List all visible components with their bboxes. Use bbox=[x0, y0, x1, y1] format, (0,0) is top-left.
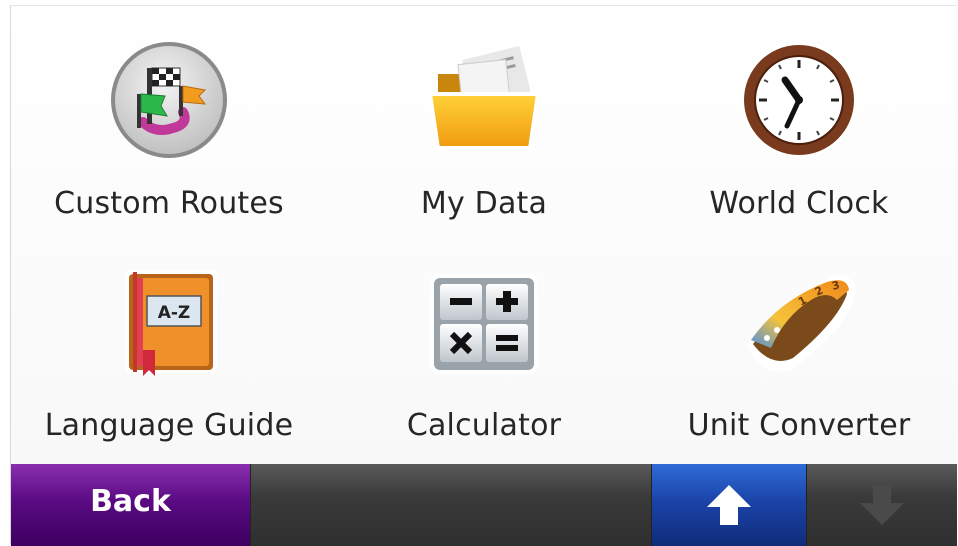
calculator-tile[interactable]: Calculator bbox=[327, 232, 641, 464]
scroll-down-button[interactable] bbox=[807, 464, 957, 546]
tile-label: Unit Converter bbox=[687, 408, 911, 443]
tile-label: World Clock bbox=[709, 186, 889, 221]
back-button[interactable]: Back bbox=[11, 464, 251, 546]
calculator-icon bbox=[430, 274, 538, 374]
back-button-label: Back bbox=[90, 484, 171, 519]
tile-label: My Data bbox=[420, 186, 548, 221]
tools-grid: Custom Routes My Data World Clock A-Z La… bbox=[11, 6, 957, 464]
custom-routes-icon bbox=[111, 42, 227, 158]
world-clock-tile[interactable]: World Clock bbox=[641, 6, 957, 232]
unit-converter-tile[interactable]: 1 2 3 Unit Converter bbox=[641, 232, 957, 464]
tile-label: Calculator bbox=[406, 408, 562, 443]
tile-label: Custom Routes bbox=[54, 186, 284, 221]
clock-icon bbox=[741, 42, 857, 158]
scroll-up-button[interactable] bbox=[651, 464, 807, 546]
dictionary-book-icon: A-Z bbox=[125, 270, 217, 376]
my-data-tile[interactable]: My Data bbox=[327, 6, 641, 232]
folder-icon bbox=[427, 42, 541, 150]
arrow-up-icon bbox=[707, 485, 751, 525]
bottom-bar: Back bbox=[11, 464, 957, 546]
tools-menu-screen: Custom Routes My Data World Clock A-Z La… bbox=[10, 5, 957, 546]
svg-text:A-Z: A-Z bbox=[158, 303, 191, 323]
tape-measure-icon: 1 2 3 bbox=[747, 276, 856, 372]
arrow-down-icon bbox=[860, 485, 904, 525]
custom-routes-tile[interactable]: Custom Routes bbox=[11, 6, 327, 232]
language-guide-tile[interactable]: A-Z Language Guide bbox=[11, 232, 327, 464]
tile-label: Language Guide bbox=[44, 408, 294, 443]
